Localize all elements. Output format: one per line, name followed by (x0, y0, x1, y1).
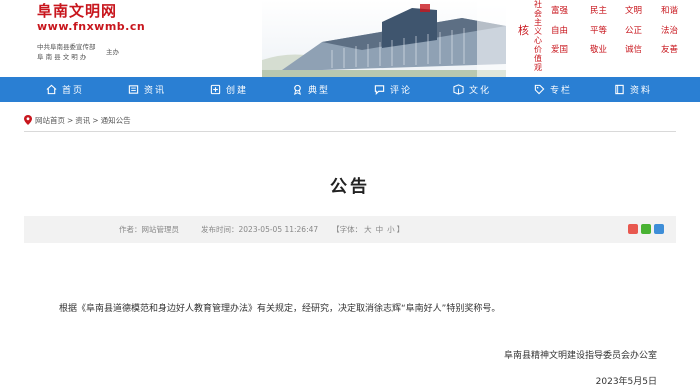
core-values-heading-big: 核 (518, 24, 529, 37)
nav-item-label: 文化 (469, 86, 492, 96)
share-qzone-icon[interactable] (654, 224, 664, 234)
share-weibo-icon[interactable] (628, 224, 638, 234)
nav-item-2[interactable]: 创建 (210, 77, 248, 102)
nav-item-label: 资讯 (144, 86, 167, 96)
core-value-item: 自由 (551, 26, 569, 36)
font-size-large-button[interactable]: 大 (364, 224, 372, 235)
nav-item-label: 典型 (308, 86, 331, 96)
nav-item-label: 创建 (226, 86, 249, 96)
nav-item-5[interactable]: 文化 (453, 77, 491, 102)
core-value-item: 和谐 (661, 6, 679, 16)
article-meta-text: 作者：网站管理员 发布时间：2023-05-05 11:26:47 【字体： 大… (119, 216, 404, 243)
location-pin-icon (24, 115, 32, 125)
font-size-medium-button[interactable]: 中 (376, 224, 384, 235)
breadcrumb-separator: > (67, 115, 74, 125)
breadcrumb-separator: > (92, 115, 99, 125)
create-icon (210, 84, 221, 95)
font-size-label-close: 】 (396, 225, 405, 234)
core-value-item: 民主 (590, 6, 608, 16)
breadcrumb-news[interactable]: 资讯 (75, 115, 90, 126)
core-value-item: 文明 (625, 6, 643, 16)
core-values-heading: 核 社会主义心价值观 (518, 0, 544, 77)
core-value-item: 平等 (590, 26, 608, 36)
core-value-item: 友善 (661, 45, 679, 55)
article-title: 公告 (330, 177, 370, 197)
breadcrumb-home[interactable]: 网站首页 (35, 115, 65, 126)
host-org-1: 中共阜南县委宣传部 (37, 43, 96, 51)
nav-item-0[interactable]: 首页 (46, 77, 84, 102)
nav-item-label: 首页 (62, 86, 85, 96)
host-org-2: 阜 南 县 文 明 办 (37, 53, 87, 61)
culture-icon (453, 84, 464, 95)
core-value-item: 诚信 (625, 45, 643, 55)
host-organizations: 中共阜南县委宣传部 阜 南 县 文 明 办 (37, 42, 96, 62)
font-size-label-open: 【字体： (332, 225, 363, 234)
nav-item-label: 评论 (390, 86, 413, 96)
article-body: 根据《阜南县道德模范和身边好人教育管理办法》有关规定，经研究，决定取消徐志辉“阜… (59, 304, 501, 314)
site-logo-url: www.fnxwmb.cn (37, 20, 146, 33)
article-meta-bar: 作者：网站管理员 发布时间：2023-05-05 11:26:47 【字体： 大… (24, 216, 676, 243)
home-icon (46, 84, 57, 95)
book-icon (615, 84, 624, 95)
nav-item-label: 资料 (630, 86, 653, 96)
breadcrumb-notices[interactable]: 通知公告 (101, 115, 131, 126)
font-size-small-button[interactable]: 小 (387, 224, 395, 235)
article-author: 作者：网站管理员 (119, 225, 179, 234)
share-buttons (628, 224, 664, 234)
main-navbar: 首页 资讯 创建 典型 评论 文化 专栏 资料 (0, 77, 700, 102)
nav-item-6[interactable]: 专栏 (534, 77, 572, 102)
core-value-item: 富强 (551, 6, 569, 16)
breadcrumb-divider (24, 131, 676, 132)
site-header: 阜南文明网 www.fnxwmb.cn 中共阜南县委宣传部 阜 南 县 文 明 … (0, 0, 700, 77)
article-date: 2023年5月5日 (595, 377, 657, 385)
comment-icon (374, 85, 385, 95)
nav-item-4[interactable]: 评论 (374, 77, 412, 102)
nav-item-7[interactable]: 资料 (614, 77, 652, 102)
nav-item-1[interactable]: 资讯 (128, 77, 166, 102)
article-signature: 阜南县精神文明建设指导委员会办公室 (503, 351, 657, 361)
core-value-item: 敬业 (590, 45, 608, 55)
tag-icon (534, 84, 545, 95)
news-icon (128, 85, 139, 94)
core-values-heading-vertical: 社会主义心价值观 (534, 0, 542, 72)
core-value-item: 爱国 (551, 45, 569, 55)
core-value-item: 法治 (661, 26, 679, 36)
nav-item-3[interactable]: 典型 (292, 77, 330, 102)
nav-item-label: 专栏 (550, 86, 573, 96)
article-publish-time: 发布时间：2023-05-05 11:26:47 (201, 225, 319, 234)
host-label: 主办 (106, 48, 119, 56)
breadcrumb: 网站首页 > 资讯 > 通知公告 (24, 114, 131, 126)
core-value-item: 公正 (625, 26, 643, 36)
share-wechat-icon[interactable] (641, 224, 651, 234)
building-banner-image (262, 0, 506, 77)
site-logo-title[interactable]: 阜南文明网 (37, 0, 117, 21)
award-icon (294, 84, 301, 95)
